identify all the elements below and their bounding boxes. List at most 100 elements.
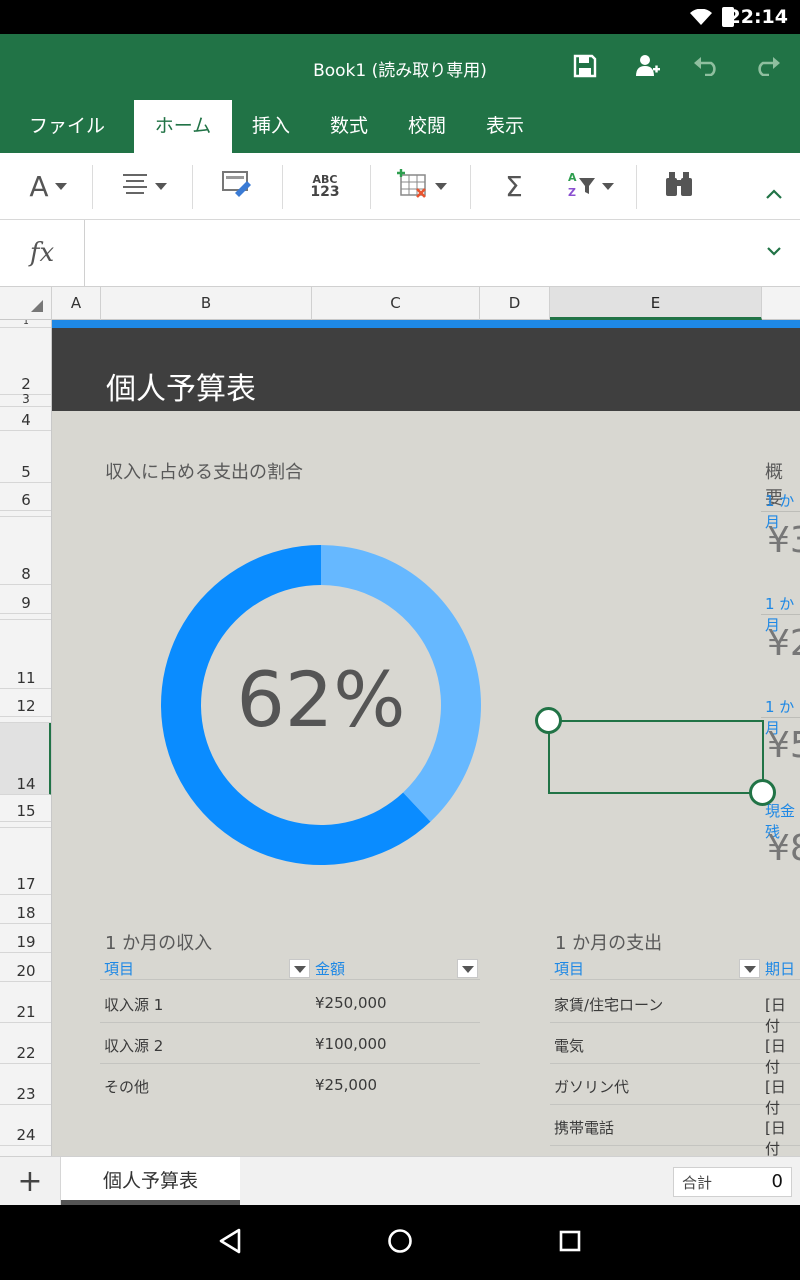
back-button[interactable] <box>212 1225 248 1261</box>
title-bar: Book1 (読み取り専用) <box>0 34 800 100</box>
row-header-22[interactable]: 22 <box>0 1023 51 1064</box>
column-header-e[interactable]: E <box>550 287 762 320</box>
toolbar-divider <box>470 165 471 209</box>
table-cell: ¥25,000 <box>315 1076 378 1094</box>
income-item-filter-button[interactable] <box>289 959 310 978</box>
redo-button[interactable] <box>747 48 787 88</box>
tab-formulas[interactable]: 数式 <box>318 100 380 153</box>
column-header-c[interactable]: C <box>312 287 480 320</box>
worksheet[interactable]: 個人予算表 収入に占める支出の割合 62% 概要 1 か月 ¥3 1 か月 ¥2… <box>52 320 800 1156</box>
row-header-9[interactable]: 9 <box>0 585 51 614</box>
toolbar-divider <box>370 165 371 209</box>
row-header-8[interactable]: 8 <box>0 517 51 585</box>
share-button[interactable] <box>628 48 668 88</box>
table-row[interactable]: 収入源 2 ¥100,000 <box>100 1023 480 1064</box>
summary-item-value: ¥5 <box>767 725 800 766</box>
redo-icon <box>753 56 781 80</box>
find-button[interactable] <box>656 163 702 209</box>
row-header-5[interactable]: 5 <box>0 431 51 483</box>
tab-file[interactable]: ファイル <box>12 100 122 153</box>
expense-item-filter-button[interactable] <box>739 959 760 978</box>
table-cell: 収入源 2 <box>104 1037 164 1055</box>
donut-center-label: 62% <box>237 655 406 744</box>
row-header-6[interactable]: 6 <box>0 483 51 511</box>
align-button[interactable] <box>112 163 176 209</box>
income-amount-filter-button[interactable] <box>457 959 478 978</box>
undo-button[interactable] <box>687 48 727 88</box>
autosum-button[interactable]: Σ <box>492 163 536 209</box>
table-row[interactable]: 家賃/住宅ローン [日付 <box>550 982 800 1035</box>
tab-insert[interactable]: 挿入 <box>240 100 302 153</box>
row-header-20[interactable]: 20 <box>0 953 51 982</box>
chevron-down-icon <box>155 182 167 190</box>
format-painter-button[interactable] <box>212 163 262 209</box>
column-header-b[interactable]: B <box>101 287 312 320</box>
binoculars-icon <box>664 170 694 202</box>
row-header-15[interactable]: 15 <box>0 795 51 822</box>
collapse-ribbon-button[interactable] <box>756 171 792 217</box>
formula-bar: fx <box>0 220 800 287</box>
spelling-label-top: ABC <box>312 172 338 186</box>
status-sum-box[interactable]: 合計 0 <box>673 1167 792 1197</box>
table-row[interactable]: ガソリン代 [日付 <box>550 1064 800 1117</box>
function-button[interactable]: fx <box>0 220 85 286</box>
column-header-a[interactable]: A <box>52 287 101 320</box>
tab-view[interactable]: 表示 <box>474 100 536 153</box>
toolbar-divider <box>636 165 637 209</box>
table-row[interactable]: 収入源 1 ¥250,000 <box>100 982 480 1023</box>
tab-home[interactable]: ホーム <box>134 100 232 153</box>
save-icon <box>573 54 597 82</box>
home-button[interactable] <box>382 1225 418 1261</box>
add-sheet-button[interactable]: + <box>0 1157 61 1205</box>
sum-label: 合計 <box>682 1174 713 1192</box>
table-row[interactable]: 電気 [日付 <box>550 1023 800 1076</box>
income-table-title: 1 か月の収入 <box>105 933 213 954</box>
row-header-4[interactable]: 4 <box>0 407 51 431</box>
column-header-d[interactable]: D <box>480 287 550 320</box>
tab-review[interactable]: 校閲 <box>396 100 458 153</box>
row-header-14[interactable]: 14 <box>0 723 51 795</box>
svg-text:Z: Z <box>568 186 576 198</box>
row-header-23[interactable]: 23 <box>0 1064 51 1105</box>
row-header-1[interactable]: 1 <box>0 320 51 328</box>
table-delete-icon <box>397 169 429 203</box>
undo-icon <box>693 56 721 80</box>
add-person-icon <box>635 54 661 82</box>
table-row[interactable]: 携帯電話 [日付 <box>550 1105 800 1156</box>
table-cell: 電気 <box>554 1037 585 1055</box>
summary-item-value: ¥8 <box>767 828 800 869</box>
select-all-button[interactable] <box>0 287 52 320</box>
row-header-3[interactable]: 3 <box>0 393 51 407</box>
row-header-12[interactable]: 12 <box>0 689 51 717</box>
selection-handle-bottom-right[interactable] <box>749 779 776 806</box>
header-accent-bar <box>52 320 800 328</box>
row-header-24[interactable]: 24 <box>0 1105 51 1146</box>
row-header-18[interactable]: 18 <box>0 895 51 924</box>
expense-header-item: 項目 <box>554 960 585 978</box>
expand-formula-button[interactable] <box>766 242 782 261</box>
table-cell: 家賃/住宅ローン <box>554 996 664 1014</box>
font-button[interactable]: A <box>18 163 78 209</box>
row-header-17[interactable]: 17 <box>0 828 51 895</box>
selection-handle-top-left[interactable] <box>535 707 562 734</box>
income-table-header: 項目 金額 <box>100 958 480 980</box>
summary-divider <box>761 511 800 512</box>
insert-delete-cells-button[interactable] <box>392 163 452 209</box>
table-row[interactable]: その他 ¥25,000 <box>100 1064 480 1105</box>
selected-cell-e14[interactable] <box>548 720 764 794</box>
back-icon <box>217 1227 243 1259</box>
row-header-19[interactable]: 19 <box>0 924 51 953</box>
sum-value: 0 <box>771 1171 783 1192</box>
recents-button[interactable] <box>552 1225 588 1261</box>
expense-header-due: 期日 <box>765 960 796 978</box>
row-header-11[interactable]: 11 <box>0 620 51 689</box>
row-header-21[interactable]: 21 <box>0 982 51 1023</box>
sheet-tab-budget[interactable]: 個人予算表 <box>61 1157 240 1205</box>
save-button[interactable] <box>565 48 605 88</box>
font-icon: A <box>29 169 49 203</box>
row-header-2[interactable]: 2 <box>0 328 51 395</box>
spelling-button[interactable]: ABC 123 <box>300 163 350 209</box>
align-icon <box>121 172 149 200</box>
sort-filter-button[interactable]: AZ <box>560 163 620 209</box>
expense-ratio-donut-chart: 62% <box>160 545 482 865</box>
